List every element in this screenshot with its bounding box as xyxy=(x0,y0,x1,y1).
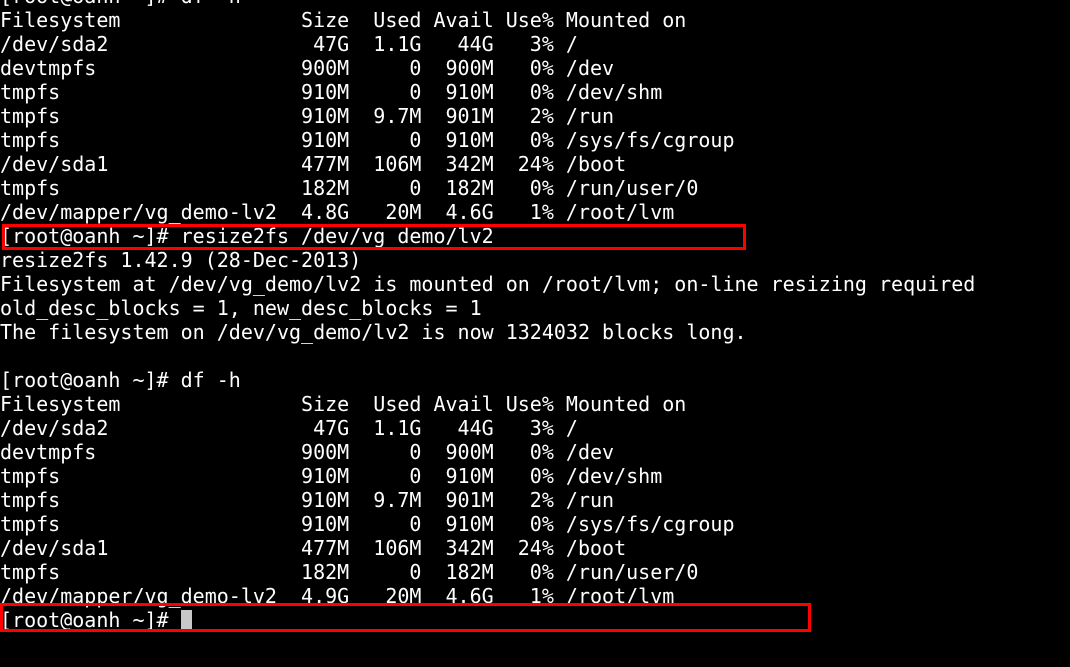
terminal-line-16 xyxy=(0,344,975,368)
terminal-window[interactable]: [root@oanh ~]# df -h Filesystem Size Use… xyxy=(0,0,1070,667)
terminal-line-15: The filesystem on /dev/vg_demo/lv2 is no… xyxy=(0,320,747,344)
terminal-prompt: [root@oanh ~]# xyxy=(0,608,181,632)
terminal-line-4: devtmpfs 900M 0 900M 0% /dev xyxy=(0,56,615,80)
terminal-line-3: /dev/sda2 47G 1.1G 44G 3% / xyxy=(0,32,578,56)
terminal-cursor xyxy=(180,610,192,630)
terminal-line-6: tmpfs 910M 9.7M 901M 2% /run xyxy=(0,104,615,128)
terminal-line-19: /dev/sda2 47G 1.1G 44G 3% / xyxy=(0,416,578,440)
terminal-line-2: Filesystem Size Used Avail Use% Mounted … xyxy=(0,8,687,32)
terminal-line-20: devtmpfs 900M 0 900M 0% /dev xyxy=(0,440,615,464)
terminal-line-17: [root@oanh ~]# df -h xyxy=(0,368,241,392)
terminal-line-22: tmpfs 910M 9.7M 901M 2% /run xyxy=(0,488,615,512)
terminal-line-26: /dev/mapper/vg_demo-lv2 4.9G 20M 4.6G 1%… xyxy=(0,584,675,608)
terminal-line-21: tmpfs 910M 0 910M 0% /dev/shm xyxy=(0,464,663,488)
terminal-line-13: Filesystem at /dev/vg_demo/lv2 is mounte… xyxy=(0,272,976,296)
terminal-line-14: old_desc_blocks = 1, new_desc_blocks = 1 xyxy=(0,296,482,320)
terminal-line-9: tmpfs 182M 0 182M 0% /run/user/0 xyxy=(0,176,699,200)
terminal-output: [root@oanh ~]# df -h Filesystem Size Use… xyxy=(0,0,975,632)
terminal-line-5: tmpfs 910M 0 910M 0% /dev/shm xyxy=(0,80,663,104)
terminal-line-24: /dev/sda1 477M 106M 342M 24% /boot xyxy=(0,536,627,560)
terminal-line-8: /dev/sda1 477M 106M 342M 24% /boot xyxy=(0,152,627,176)
terminal-line-7: tmpfs 910M 0 910M 0% /sys/fs/cgroup xyxy=(0,128,735,152)
terminal-line-11: [root@oanh ~]# resize2fs /dev/vg_demo/lv… xyxy=(0,224,494,248)
terminal-line-12: resize2fs 1.42.9 (28-Dec-2013) xyxy=(0,248,362,272)
terminal-line-1: [root@oanh ~]# df -h xyxy=(0,0,975,8)
terminal-line-25: tmpfs 182M 0 182M 0% /run/user/0 xyxy=(0,560,699,584)
terminal-line-10: /dev/mapper/vg_demo-lv2 4.8G 20M 4.6G 1%… xyxy=(0,200,675,224)
terminal-line-18: Filesystem Size Used Avail Use% Mounted … xyxy=(0,392,687,416)
terminal-prompt-line[interactable]: [root@oanh ~]# xyxy=(0,608,975,632)
terminal-line-23: tmpfs 910M 0 910M 0% /sys/fs/cgroup xyxy=(0,512,735,536)
